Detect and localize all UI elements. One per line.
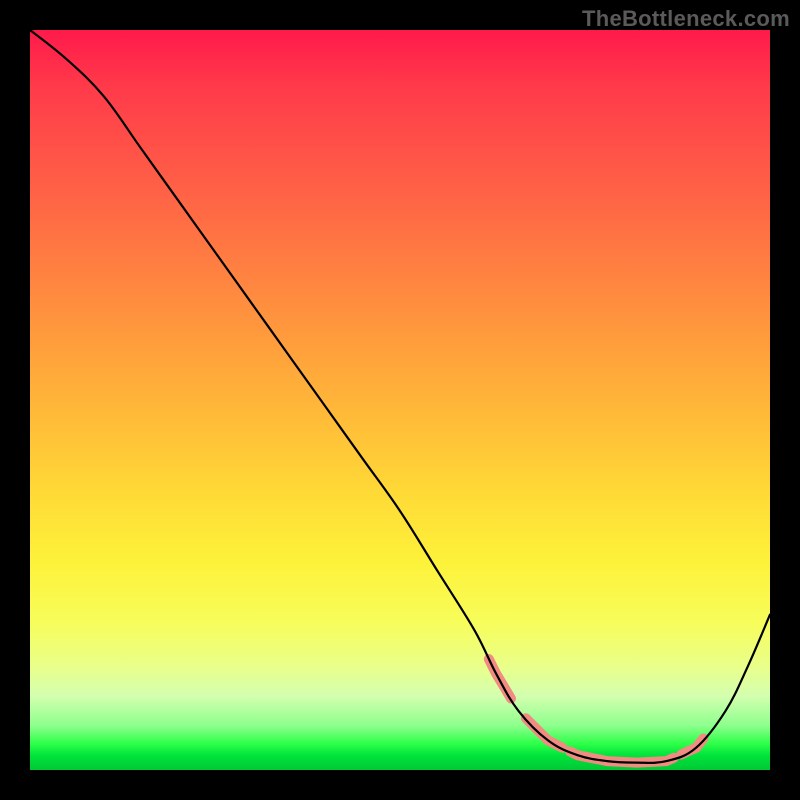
plot-area — [30, 30, 770, 770]
curve-svg — [30, 30, 770, 770]
coral-highlight-segment — [681, 739, 703, 755]
watermark-text: TheBottleneck.com — [582, 6, 790, 32]
chart-frame: TheBottleneck.com — [0, 0, 800, 800]
coral-highlight-segment — [526, 718, 563, 748]
